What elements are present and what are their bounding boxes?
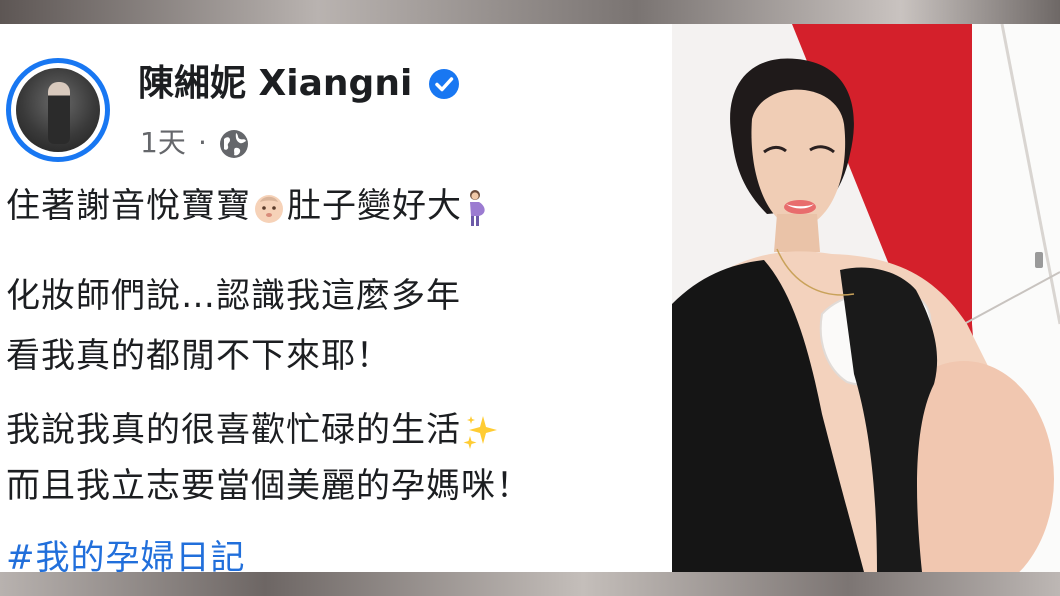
post-text-line-2: 化妝師們說…認識我這麼多年 (6, 276, 461, 316)
avatar-photo (16, 68, 100, 152)
post-timestamp[interactable]: 1天 (140, 126, 186, 160)
post-text-line-1: 住著謝音悅寶寶 肚子變好大 (6, 184, 490, 228)
author-name[interactable]: 陳緗妮 Xiangni (138, 62, 412, 106)
post-text-line-4: 我說我真的很喜歡忙碌的生活 (6, 408, 501, 452)
post-text-segment: 住著謝音悅寶寶 (6, 186, 251, 226)
globe-icon[interactable] (218, 128, 250, 160)
post-text-segment: 肚子變好大 (287, 186, 462, 226)
background-frame-top (0, 0, 1060, 24)
meta-separator: · (198, 126, 207, 159)
post-text-line-3: 看我真的都閒不下來耶！ (6, 336, 391, 376)
hashtag-link[interactable]: #我的孕婦日記 (6, 536, 246, 572)
post-text-line-5: 而且我立志要當個美麗的孕媽咪！ (6, 466, 531, 506)
photo-illustration (672, 24, 1060, 572)
pregnant-woman-emoji-icon (470, 189, 485, 226)
verified-badge-icon (429, 69, 459, 99)
facebook-post-card: 陳緗妮 Xiangni 1天 · 住著謝音悅寶寶 肚子變好大 化妝師們說…認識我… (0, 24, 672, 572)
post-photo[interactable] (672, 24, 1060, 572)
sparkles-emoji-icon (463, 415, 497, 449)
avatar-figure (48, 82, 70, 144)
baby-emoji-icon (255, 194, 283, 223)
post-text-segment: 我說我真的很喜歡忙碌的生活 (6, 410, 461, 450)
author-avatar[interactable] (6, 58, 110, 162)
background-frame-bottom (0, 572, 1060, 596)
